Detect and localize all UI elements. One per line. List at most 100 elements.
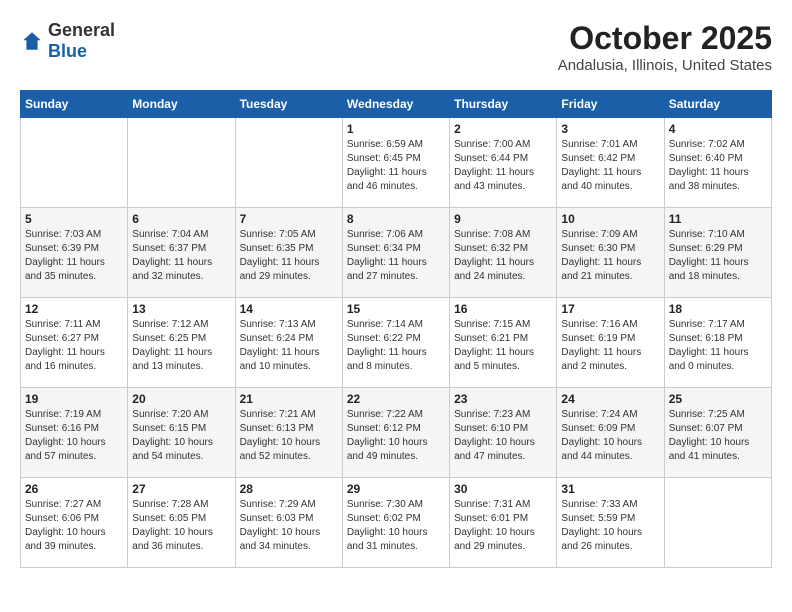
calendar-cell: 20Sunrise: 7:20 AM Sunset: 6:15 PM Dayli…	[128, 388, 235, 478]
day-info: Sunrise: 7:06 AM Sunset: 6:34 PM Dayligh…	[347, 228, 445, 284]
day-number: 25	[669, 392, 767, 406]
calendar-cell: 24 Sunrise: 7:24 AM Sunset: 6:09 PM Dayli…	[557, 388, 664, 478]
logo-blue: Blue	[48, 41, 87, 61]
day-number: 27	[132, 482, 230, 496]
calendar-cell: 29Sunrise: 7:30 AM Sunset: 6:02 PM Dayli…	[342, 478, 449, 568]
day-info: Sunrise: 7:08 AM Sunset: 6:32 PM Dayligh…	[454, 228, 552, 284]
calendar-cell: 12 Sunrise: 7:11 AM Sunset: 6:27 PM Dayli…	[21, 298, 128, 388]
day-info: Sunrise: 7:23 AM Sunset: 6:10 PM Dayligh…	[454, 408, 552, 464]
calendar-cell: 6 Sunrise: 7:04 AM Sunset: 6:37 PM Daylig…	[128, 208, 235, 298]
day-info: Sunrise: 7:10 AM Sunset: 6:29 PM Dayligh…	[669, 228, 767, 284]
week-row-2: 12 Sunrise: 7:11 AM Sunset: 6:27 PM Dayli…	[21, 298, 772, 388]
calendar-cell	[128, 118, 235, 208]
day-number: 12	[25, 302, 123, 316]
day-info: Sunrise: 6:59 AM Sunset: 6:45 PM Dayligh…	[347, 138, 445, 194]
day-number: 16	[454, 302, 552, 316]
header-day-tuesday: Tuesday	[235, 91, 342, 118]
day-info: Sunrise: 7:14 AM Sunset: 6:22 PM Dayligh…	[347, 318, 445, 374]
calendar-cell: 26 Sunrise: 7:27 AM Sunset: 6:06 PM Dayli…	[21, 478, 128, 568]
day-info: Sunrise: 7:28 AM Sunset: 6:05 PM Dayligh…	[132, 498, 230, 554]
calendar-cell: 22Sunrise: 7:22 AM Sunset: 6:12 PM Dayli…	[342, 388, 449, 478]
day-info: Sunrise: 7:24 AM Sunset: 6:09 PM Dayligh…	[561, 408, 659, 464]
calendar-cell: 31Sunrise: 7:33 AM Sunset: 5:59 PM Dayli…	[557, 478, 664, 568]
header-day-wednesday: Wednesday	[342, 91, 449, 118]
day-number: 18	[669, 302, 767, 316]
calendar-cell: 10 Sunrise: 7:09 AM Sunset: 6:30 PM Dayli…	[557, 208, 664, 298]
day-info: Sunrise: 7:27 AM Sunset: 6:06 PM Dayligh…	[25, 498, 123, 554]
day-number: 17	[561, 302, 659, 316]
calendar-cell: 9 Sunrise: 7:08 AM Sunset: 6:32 PM Daylig…	[450, 208, 557, 298]
day-number: 23	[454, 392, 552, 406]
day-info: Sunrise: 7:22 AM Sunset: 6:12 PM Dayligh…	[347, 408, 445, 464]
day-number: 13	[132, 302, 230, 316]
header-day-friday: Friday	[557, 91, 664, 118]
week-row-4: 26 Sunrise: 7:27 AM Sunset: 6:06 PM Dayli…	[21, 478, 772, 568]
calendar-cell: 4 Sunrise: 7:02 AM Sunset: 6:40 PM Daylig…	[664, 118, 771, 208]
calendar-title: October 2025	[558, 20, 772, 57]
day-number: 28	[240, 482, 338, 496]
header-day-sunday: Sunday	[21, 91, 128, 118]
day-info: Sunrise: 7:15 AM Sunset: 6:21 PM Dayligh…	[454, 318, 552, 374]
day-number: 1	[347, 122, 445, 136]
title-block: October 2025 Andalusia, Illinois, United…	[558, 20, 772, 74]
day-number: 24	[561, 392, 659, 406]
day-info: Sunrise: 7:03 AM Sunset: 6:39 PM Dayligh…	[25, 228, 123, 284]
day-info: Sunrise: 7:05 AM Sunset: 6:35 PM Dayligh…	[240, 228, 338, 284]
calendar-cell	[235, 118, 342, 208]
calendar-cell: 13 Sunrise: 7:12 AM Sunset: 6:25 PM Dayli…	[128, 298, 235, 388]
calendar-cell: 8Sunrise: 7:06 AM Sunset: 6:34 PM Daylig…	[342, 208, 449, 298]
week-row-0: 1 Sunrise: 6:59 AM Sunset: 6:45 PM Daylig…	[21, 118, 772, 208]
day-number: 30	[454, 482, 552, 496]
day-number: 15	[347, 302, 445, 316]
day-number: 2	[454, 122, 552, 136]
day-number: 9	[454, 212, 552, 226]
calendar-cell	[664, 478, 771, 568]
day-number: 6	[132, 212, 230, 226]
week-row-1: 5Sunrise: 7:03 AM Sunset: 6:39 PM Daylig…	[21, 208, 772, 298]
calendar-body: 1 Sunrise: 6:59 AM Sunset: 6:45 PM Daylig…	[21, 118, 772, 568]
day-number: 4	[669, 122, 767, 136]
day-info: Sunrise: 7:19 AM Sunset: 6:16 PM Dayligh…	[25, 408, 123, 464]
day-number: 29	[347, 482, 445, 496]
calendar-cell: 3 Sunrise: 7:01 AM Sunset: 6:42 PM Daylig…	[557, 118, 664, 208]
day-number: 21	[240, 392, 338, 406]
calendar-cell: 27 Sunrise: 7:28 AM Sunset: 6:05 PM Dayli…	[128, 478, 235, 568]
week-row-3: 19Sunrise: 7:19 AM Sunset: 6:16 PM Dayli…	[21, 388, 772, 478]
day-number: 26	[25, 482, 123, 496]
day-info: Sunrise: 7:04 AM Sunset: 6:37 PM Dayligh…	[132, 228, 230, 284]
calendar-cell: 23 Sunrise: 7:23 AM Sunset: 6:10 PM Dayli…	[450, 388, 557, 478]
day-number: 7	[240, 212, 338, 226]
day-info: Sunrise: 7:11 AM Sunset: 6:27 PM Dayligh…	[25, 318, 123, 374]
day-info: Sunrise: 7:25 AM Sunset: 6:07 PM Dayligh…	[669, 408, 767, 464]
calendar-cell: 25 Sunrise: 7:25 AM Sunset: 6:07 PM Dayli…	[664, 388, 771, 478]
day-info: Sunrise: 7:02 AM Sunset: 6:40 PM Dayligh…	[669, 138, 767, 194]
page-header: General Blue October 2025 Andalusia, Ill…	[20, 20, 772, 74]
day-number: 10	[561, 212, 659, 226]
day-info: Sunrise: 7:00 AM Sunset: 6:44 PM Dayligh…	[454, 138, 552, 194]
day-info: Sunrise: 7:31 AM Sunset: 6:01 PM Dayligh…	[454, 498, 552, 554]
header-day-thursday: Thursday	[450, 91, 557, 118]
calendar-cell: 17 Sunrise: 7:16 AM Sunset: 6:19 PM Dayli…	[557, 298, 664, 388]
calendar-cell: 28 Sunrise: 7:29 AM Sunset: 6:03 PM Dayli…	[235, 478, 342, 568]
calendar-cell: 16 Sunrise: 7:15 AM Sunset: 6:21 PM Dayli…	[450, 298, 557, 388]
day-number: 3	[561, 122, 659, 136]
header-row: SundayMondayTuesdayWednesdayThursdayFrid…	[21, 91, 772, 118]
day-info: Sunrise: 7:16 AM Sunset: 6:19 PM Dayligh…	[561, 318, 659, 374]
calendar-cell: 30 Sunrise: 7:31 AM Sunset: 6:01 PM Dayli…	[450, 478, 557, 568]
calendar-cell: 7 Sunrise: 7:05 AM Sunset: 6:35 PM Daylig…	[235, 208, 342, 298]
calendar-cell: 2 Sunrise: 7:00 AM Sunset: 6:44 PM Daylig…	[450, 118, 557, 208]
day-number: 14	[240, 302, 338, 316]
calendar-cell: 18Sunrise: 7:17 AM Sunset: 6:18 PM Dayli…	[664, 298, 771, 388]
header-day-monday: Monday	[128, 91, 235, 118]
day-info: Sunrise: 7:12 AM Sunset: 6:25 PM Dayligh…	[132, 318, 230, 374]
calendar-cell: 14Sunrise: 7:13 AM Sunset: 6:24 PM Dayli…	[235, 298, 342, 388]
day-info: Sunrise: 7:29 AM Sunset: 6:03 PM Dayligh…	[240, 498, 338, 554]
logo-icon	[20, 29, 44, 53]
day-info: Sunrise: 7:01 AM Sunset: 6:42 PM Dayligh…	[561, 138, 659, 194]
day-info: Sunrise: 7:21 AM Sunset: 6:13 PM Dayligh…	[240, 408, 338, 464]
day-info: Sunrise: 7:09 AM Sunset: 6:30 PM Dayligh…	[561, 228, 659, 284]
calendar-cell: 11Sunrise: 7:10 AM Sunset: 6:29 PM Dayli…	[664, 208, 771, 298]
calendar-cell: 5Sunrise: 7:03 AM Sunset: 6:39 PM Daylig…	[21, 208, 128, 298]
calendar-table: SundayMondayTuesdayWednesdayThursdayFrid…	[20, 90, 772, 568]
calendar-header: SundayMondayTuesdayWednesdayThursdayFrid…	[21, 91, 772, 118]
